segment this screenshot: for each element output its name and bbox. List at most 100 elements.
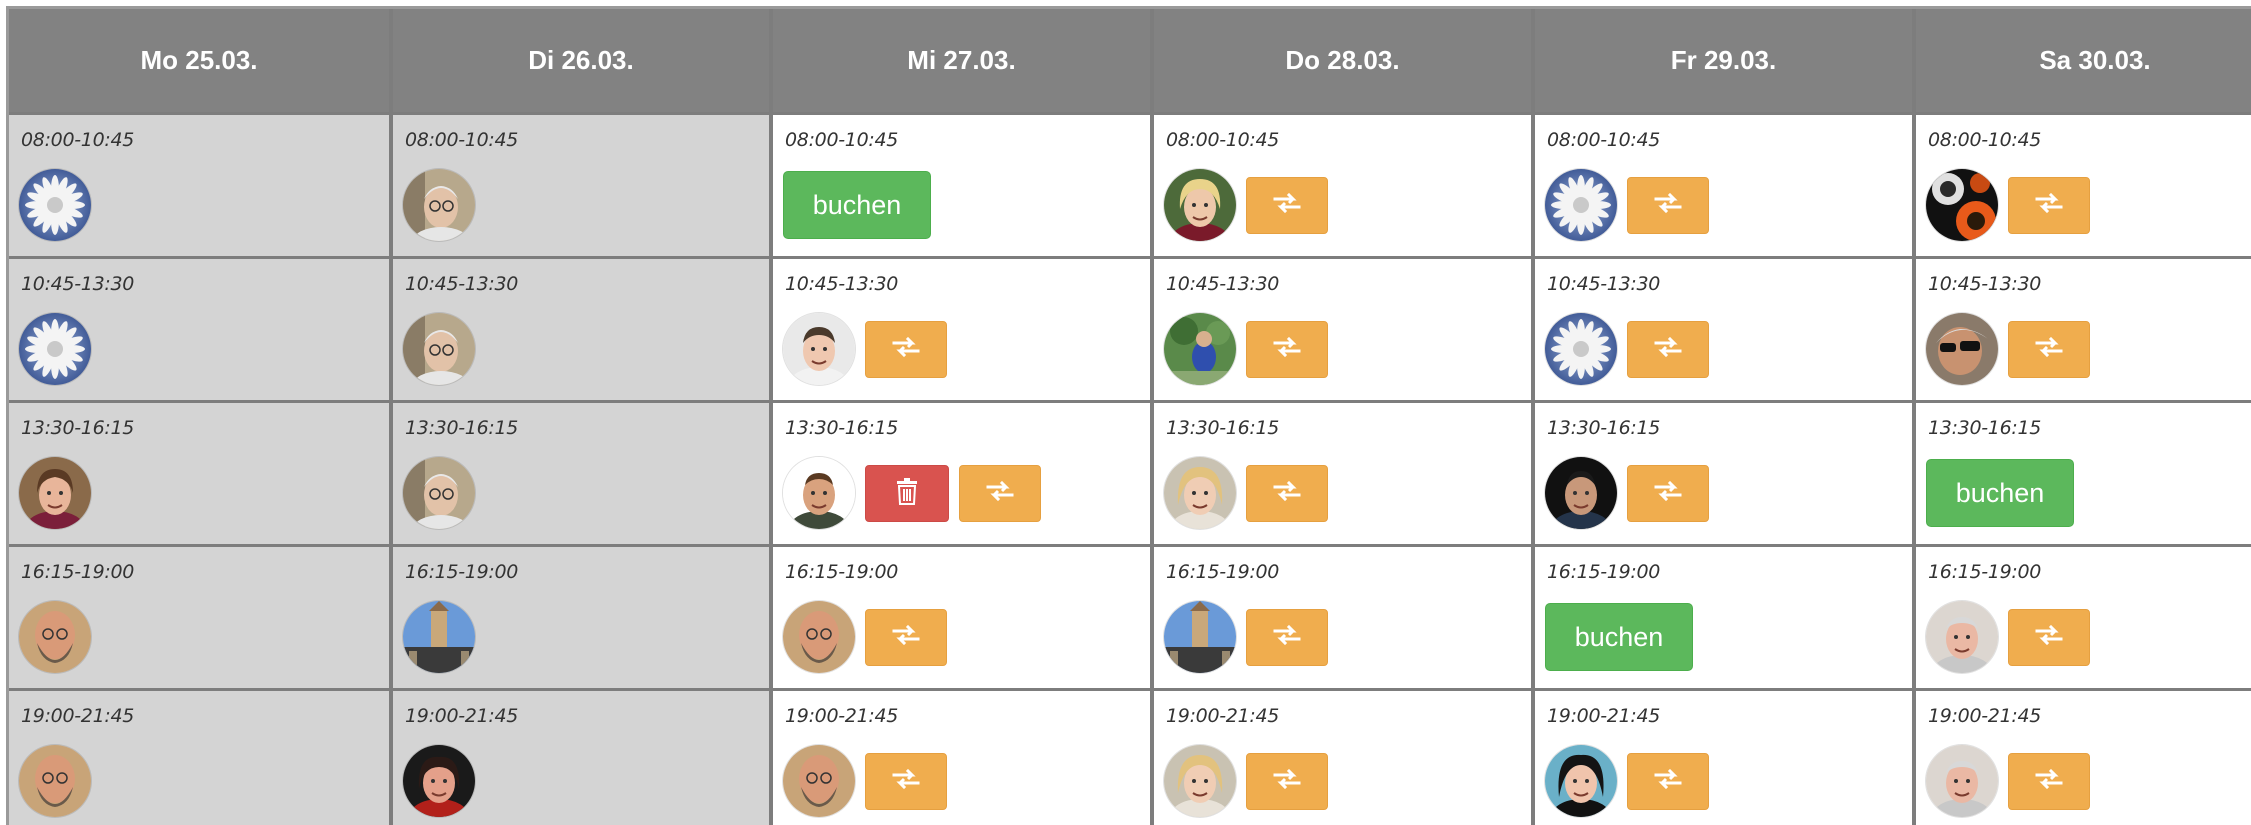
time-slot-cell: 16:15-19:00 xyxy=(1154,547,1531,688)
swap-arrows-icon xyxy=(892,336,920,362)
time-slot-cell: 10:45-13:30 xyxy=(773,259,1150,400)
day-header: Fr 29.03. xyxy=(1535,9,1912,112)
time-slot-cell: 13:30-16:15 xyxy=(1154,403,1531,544)
slot-content xyxy=(1926,744,2090,818)
slot-content xyxy=(403,744,475,818)
day-header: Mi 27.03. xyxy=(773,9,1150,112)
slot-time: 08:00-10:45 xyxy=(1928,129,2042,151)
avatar xyxy=(19,601,91,673)
time-slot-cell: 16:15-19:00 xyxy=(1916,547,2251,688)
slot-time: 08:00-10:45 xyxy=(21,129,135,151)
swap-arrows-icon xyxy=(1273,192,1301,218)
time-slot-cell: 08:00-10:45 xyxy=(1916,115,2251,256)
swap-arrows-icon xyxy=(1273,336,1301,362)
book-button[interactable]: buchen xyxy=(1545,603,1693,671)
avatar xyxy=(403,745,475,817)
slot-content xyxy=(19,600,91,674)
time-slot-cell: 16:15-19:00 xyxy=(773,547,1150,688)
time-slot-cell: 08:00-10:45 xyxy=(1535,115,1912,256)
swap-arrows-icon xyxy=(892,768,920,794)
slot-content xyxy=(1164,168,1328,242)
slot-content xyxy=(403,456,475,530)
swap-button[interactable] xyxy=(959,464,1041,522)
slot-content xyxy=(19,744,91,818)
time-slot-cell: 10:45-13:30 xyxy=(1154,259,1531,400)
trash-icon xyxy=(896,477,918,510)
slot-content xyxy=(403,168,475,242)
avatar xyxy=(403,601,475,673)
swap-button[interactable] xyxy=(865,752,947,810)
avatar xyxy=(1926,169,1998,241)
time-slot-cell: 16:15-19:00 xyxy=(9,547,389,688)
slot-time: 16:15-19:00 xyxy=(1166,561,1280,583)
time-slot-cell: 13:30-16:15 xyxy=(393,403,769,544)
avatar xyxy=(19,169,91,241)
slot-time: 10:45-13:30 xyxy=(21,273,135,295)
slot-time: 16:15-19:00 xyxy=(1547,561,1661,583)
day-header: Sa 30.03. xyxy=(1916,9,2251,112)
swap-button[interactable] xyxy=(1246,176,1328,234)
slot-time: 08:00-10:45 xyxy=(1166,129,1280,151)
time-slot-cell: 08:00-10:45 xyxy=(9,115,389,256)
avatar xyxy=(1164,745,1236,817)
slot-time: 16:15-19:00 xyxy=(1928,561,2042,583)
avatar xyxy=(1545,457,1617,529)
day-header: Di 26.03. xyxy=(393,9,769,112)
day-header: Mo 25.03. xyxy=(9,9,389,112)
swap-button[interactable] xyxy=(2008,752,2090,810)
slot-content xyxy=(783,744,947,818)
swap-arrows-icon xyxy=(892,624,920,650)
time-slot-cell: 08:00-10:45 buchen xyxy=(773,115,1150,256)
swap-button[interactable] xyxy=(2008,608,2090,666)
swap-button[interactable] xyxy=(2008,320,2090,378)
avatar xyxy=(1164,601,1236,673)
time-slot-cell: 19:00-21:45 xyxy=(1916,691,2251,825)
avatar xyxy=(403,313,475,385)
swap-arrows-icon xyxy=(2035,768,2063,794)
slot-time: 10:45-13:30 xyxy=(1547,273,1661,295)
avatar xyxy=(783,457,855,529)
avatar xyxy=(1545,745,1617,817)
swap-button[interactable] xyxy=(1246,608,1328,666)
avatar xyxy=(1545,169,1617,241)
swap-button[interactable] xyxy=(1627,320,1709,378)
time-slot-cell: 13:30-16:15 buchen xyxy=(1916,403,2251,544)
slot-content xyxy=(1545,456,1709,530)
avatar xyxy=(19,457,91,529)
swap-button[interactable] xyxy=(865,608,947,666)
swap-button[interactable] xyxy=(1246,752,1328,810)
slot-time: 08:00-10:45 xyxy=(785,129,899,151)
slot-time: 10:45-13:30 xyxy=(1166,273,1280,295)
swap-arrows-icon xyxy=(986,480,1014,506)
time-slot-cell: 13:30-16:15 xyxy=(1535,403,1912,544)
swap-arrows-icon xyxy=(1654,192,1682,218)
avatar xyxy=(783,313,855,385)
swap-arrows-icon xyxy=(1654,768,1682,794)
slot-time: 19:00-21:45 xyxy=(1166,705,1280,727)
swap-button[interactable] xyxy=(1246,464,1328,522)
slot-content xyxy=(1545,744,1709,818)
time-slot-cell: 08:00-10:45 xyxy=(393,115,769,256)
time-slot-cell: 19:00-21:45 xyxy=(1535,691,1912,825)
slot-time: 19:00-21:45 xyxy=(21,705,135,727)
slot-time: 10:45-13:30 xyxy=(1928,273,2042,295)
time-slot-cell: 19:00-21:45 xyxy=(773,691,1150,825)
delete-button[interactable] xyxy=(865,464,949,522)
slot-content xyxy=(19,312,91,386)
book-button[interactable]: buchen xyxy=(1926,459,2074,527)
swap-button[interactable] xyxy=(1627,752,1709,810)
book-button[interactable]: buchen xyxy=(783,171,931,239)
swap-button[interactable] xyxy=(1627,464,1709,522)
swap-button[interactable] xyxy=(865,320,947,378)
day-header: Do 28.03. xyxy=(1154,9,1531,112)
slot-time: 13:30-16:15 xyxy=(1547,417,1661,439)
slot-content xyxy=(1164,600,1328,674)
swap-button[interactable] xyxy=(2008,176,2090,234)
swap-arrows-icon xyxy=(2035,336,2063,362)
time-slot-cell: 08:00-10:45 xyxy=(1154,115,1531,256)
slot-time: 19:00-21:45 xyxy=(405,705,519,727)
swap-button[interactable] xyxy=(1246,320,1328,378)
swap-button[interactable] xyxy=(1627,176,1709,234)
avatar xyxy=(403,169,475,241)
slot-content xyxy=(19,456,91,530)
